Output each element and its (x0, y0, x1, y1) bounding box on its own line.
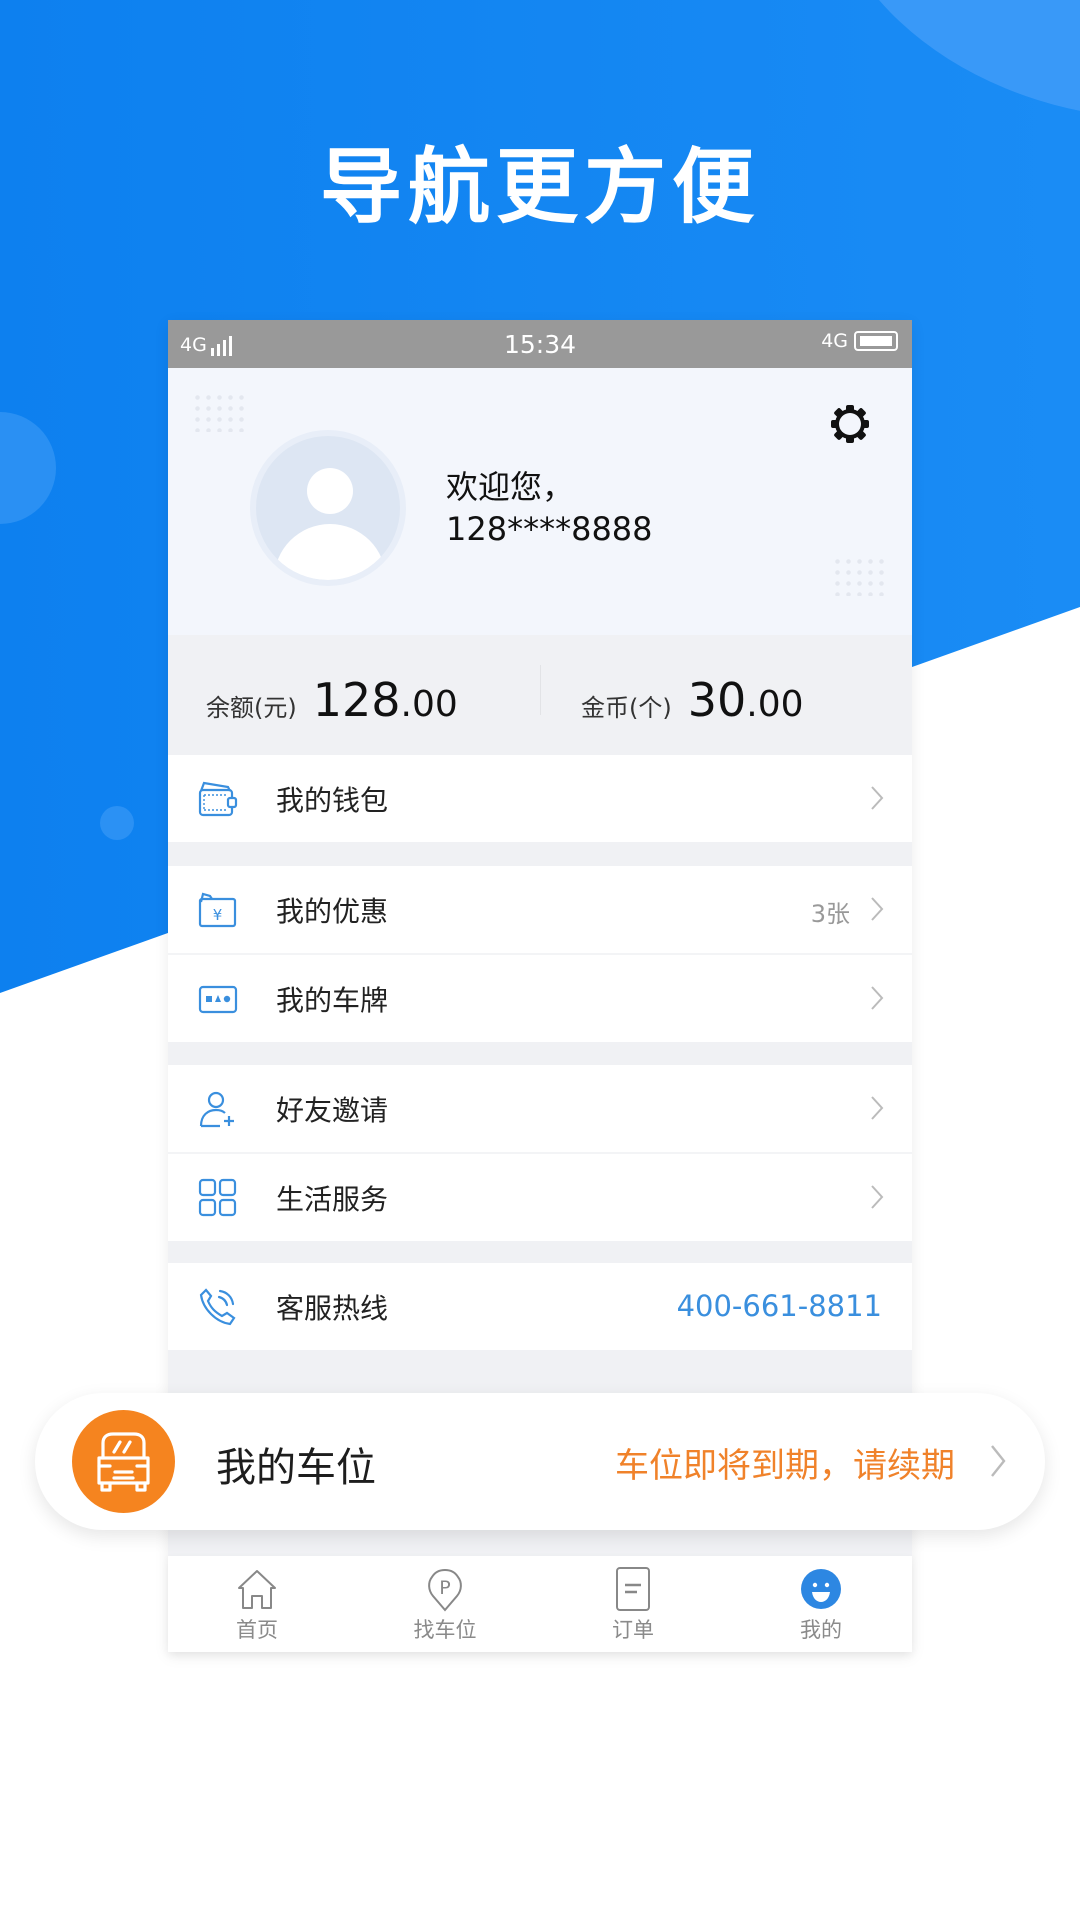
bottom-tab-bar: 首页 P 找车位 订单 我的 (168, 1556, 912, 1652)
tab-label: 我的 (800, 1618, 842, 1642)
chevron-right-icon (871, 897, 884, 921)
profile-header: 欢迎您， 128****8888 (168, 368, 912, 635)
license-plate-icon (198, 985, 238, 1014)
balance-amount[interactable]: 余额(元) 128 .00 (206, 673, 458, 727)
tab-label: 首页 (236, 1618, 278, 1642)
promo-headline: 导航更方便 (319, 140, 760, 235)
menu-label: 客服热线 (276, 1292, 389, 1325)
balance-decimal: .00 (400, 684, 458, 725)
document-icon (616, 1567, 650, 1611)
greeting: 欢迎您， (446, 468, 575, 506)
svg-text:P: P (439, 1577, 450, 1599)
status-bar: 4G 15:34 4G (168, 320, 912, 368)
menu-label: 我的车牌 (276, 984, 389, 1017)
balance-summary: 余额(元) 128 .00 金币(个) 30 .00 (168, 635, 912, 752)
avatar[interactable] (250, 430, 406, 586)
tab-find-parking[interactable]: P 找车位 (385, 1566, 505, 1644)
balance-label: 余额(元) (206, 694, 297, 722)
parking-pin-icon: P (428, 1568, 462, 1612)
chevron-right-icon (871, 1185, 884, 1209)
tab-orders[interactable]: 订单 (573, 1566, 693, 1644)
menu-label: 我的钱包 (276, 784, 389, 817)
menu-label: 我的优惠 (276, 895, 389, 928)
add-user-icon (199, 1091, 234, 1128)
coins-label: 金币(个) (581, 694, 672, 722)
smiley-icon (801, 1569, 841, 1609)
chevron-right-icon (871, 786, 884, 810)
menu-item-plates[interactable]: 我的车牌 (168, 955, 912, 1042)
tab-label: 订单 (612, 1618, 654, 1642)
phone-icon (199, 1288, 236, 1326)
tab-label: 找车位 (413, 1618, 477, 1642)
menu-item-coupons[interactable]: ¥ 我的优惠 3张 (168, 866, 912, 953)
car-icon (97, 1432, 150, 1492)
svg-text:¥: ¥ (213, 906, 223, 924)
user-phone: 128****8888 (446, 510, 653, 548)
background-circle-small (100, 806, 134, 840)
battery-icon (854, 331, 898, 351)
grid-icon (198, 1178, 237, 1217)
avatar-head (307, 468, 353, 514)
parking-badge (72, 1410, 175, 1513)
status-right: 4G (821, 330, 898, 352)
decorative-dots (832, 556, 888, 596)
avatar-body (274, 524, 386, 580)
my-parking-card[interactable]: 我的车位 车位即将到期，请续期 (35, 1393, 1045, 1530)
chevron-right-icon (991, 1445, 1006, 1477)
menu-item-hotline[interactable]: 客服热线 400-661-8811 (168, 1263, 912, 1350)
menu-label: 生活服务 (276, 1183, 389, 1216)
tab-home[interactable]: 首页 (197, 1566, 317, 1644)
network-type-right: 4G (821, 330, 848, 352)
menu-item-invite[interactable]: 好友邀请 (168, 1065, 912, 1152)
hotline-number[interactable]: 400-661-8811 (677, 1289, 882, 1323)
tab-mine[interactable]: 我的 (761, 1566, 881, 1644)
gear-icon[interactable] (828, 402, 872, 446)
coins-amount[interactable]: 金币(个) 30 .00 (581, 673, 804, 727)
chevron-right-icon (871, 986, 884, 1010)
menu-label: 好友邀请 (276, 1094, 389, 1127)
welcome-text: 欢迎您， 128****8888 (446, 466, 653, 550)
menu-item-services[interactable]: 生活服务 (168, 1154, 912, 1241)
status-time: 15:34 (503, 330, 577, 359)
coupon-count: 3张 (810, 900, 850, 928)
coins-integer: 30 (687, 673, 747, 727)
balance-integer: 128 (312, 673, 401, 727)
menu-item-wallet[interactable]: 我的钱包 (168, 755, 912, 842)
chevron-right-icon (871, 1096, 884, 1120)
parking-card-title: 我的车位 (216, 1445, 376, 1491)
coins-decimal: .00 (746, 684, 804, 725)
home-icon (238, 1570, 276, 1609)
parking-expiry-notice: 车位即将到期，请续期 (615, 1446, 955, 1486)
decorative-dots (192, 392, 248, 432)
wallet-icon (198, 781, 238, 817)
balance-divider (540, 665, 541, 715)
coupon-icon: ¥ (198, 892, 237, 928)
